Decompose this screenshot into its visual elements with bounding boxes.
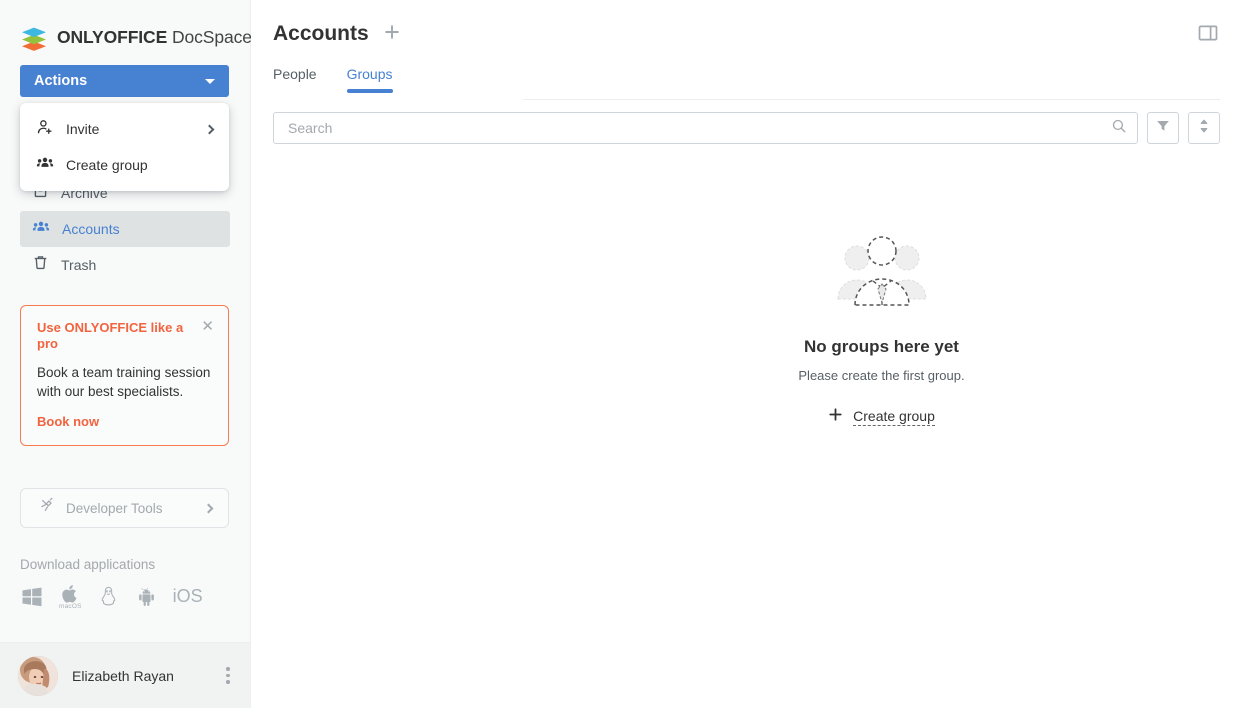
promo-banner: Use ONLYOFFICE like a pro ✕ Book a team …	[20, 305, 229, 446]
page-title: Accounts	[273, 22, 369, 45]
linux-penguin-icon[interactable]	[97, 585, 120, 608]
filter-button[interactable]	[1147, 112, 1179, 144]
ios-text-icon[interactable]: iOS	[173, 586, 203, 607]
brand-text: ONLYOFFICE DocSpace	[57, 27, 252, 48]
download-applications-row: macOS iOS	[20, 583, 250, 610]
group-icon	[36, 154, 54, 177]
person-add-icon	[36, 118, 54, 141]
apple-macos-icon[interactable]: macOS	[59, 583, 82, 610]
search-icon[interactable]	[1111, 118, 1127, 139]
promo-book-now-link[interactable]: Book now	[37, 414, 214, 429]
menu-item-label: Create group	[66, 157, 148, 173]
download-applications-title: Download applications	[20, 557, 156, 572]
promo-body: Book a team training session with our be…	[37, 365, 211, 399]
kebab-menu-icon[interactable]	[226, 667, 232, 684]
android-icon[interactable]	[135, 585, 158, 608]
avatar[interactable]	[18, 655, 58, 696]
chevron-right-icon	[204, 124, 215, 134]
macos-label: macOS	[59, 603, 82, 610]
profile-bar[interactable]: Elizabeth Rayan	[0, 642, 250, 708]
search-row	[251, 93, 1240, 144]
panel-toggle-icon[interactable]	[1198, 24, 1218, 47]
onlyoffice-stack-logo-icon	[20, 24, 48, 52]
brand-light: DocSpace	[171, 27, 252, 47]
menu-item-invite[interactable]: Invite	[20, 111, 229, 147]
plus-icon	[828, 407, 843, 427]
filter-icon	[1155, 118, 1171, 139]
sidebar-item-trash[interactable]: Trash	[20, 247, 230, 283]
sort-button[interactable]	[1188, 112, 1220, 144]
developer-tools-label: Developer Tools	[66, 500, 163, 516]
profile-name: Elizabeth Rayan	[72, 667, 174, 684]
group-of-people-illustration-icon	[827, 225, 937, 313]
close-icon[interactable]: ✕	[201, 319, 214, 334]
actions-button-label: Actions	[34, 73, 88, 89]
sidebar-item-label: Accounts	[62, 221, 120, 237]
menu-item-create-group[interactable]: Create group	[20, 147, 229, 183]
actions-dropdown-menu: Invite Create group	[20, 103, 229, 191]
search-input[interactable]	[286, 119, 1111, 137]
tab-label: People	[273, 66, 317, 82]
sidebar-item-label: Trash	[61, 257, 97, 273]
actions-button[interactable]: Actions	[20, 65, 229, 97]
tab-groups[interactable]: Groups	[346, 66, 393, 93]
windows-icon[interactable]	[20, 585, 44, 609]
chevron-right-icon	[203, 503, 214, 513]
developer-tools-button[interactable]: Developer Tools	[20, 488, 229, 528]
brand-bold: ONLYOFFICE	[57, 27, 168, 47]
search-box[interactable]	[273, 112, 1138, 144]
brand[interactable]: ONLYOFFICE DocSpace	[0, 0, 252, 55]
main-content: Accounts People Groups Search No groups …	[251, 0, 1240, 708]
plus-icon[interactable]	[383, 23, 401, 46]
app-root: ONLYOFFICE DocSpace Actions Archive Acco…	[0, 0, 1240, 708]
main-header: Accounts	[251, 0, 1240, 46]
group-icon	[32, 218, 50, 241]
promo-header: Use ONLYOFFICE like a pro ✕	[37, 319, 214, 352]
actions-area: Actions	[0, 55, 250, 97]
trash-icon	[32, 254, 49, 276]
sort-icon	[1196, 118, 1212, 139]
promo-title: Use ONLYOFFICE like a pro	[37, 320, 184, 351]
menu-item-label: Invite	[66, 121, 100, 137]
api-plug-icon	[38, 497, 55, 519]
tab-label: Groups	[346, 66, 393, 82]
create-group-action[interactable]: Create group	[828, 407, 935, 427]
create-group-label: Create group	[853, 408, 935, 426]
tab-people[interactable]: People	[273, 66, 317, 93]
sidebar: ONLYOFFICE DocSpace Actions Archive Acco…	[0, 0, 252, 708]
tabs-divider	[523, 99, 1220, 100]
empty-state-title: No groups here yet	[804, 337, 959, 356]
empty-state: No groups here yet Please create the fir…	[523, 225, 1240, 427]
empty-state-subtitle: Please create the first group.	[798, 368, 965, 383]
chevron-down-icon	[205, 78, 215, 84]
tabs: People Groups	[251, 66, 1240, 93]
sidebar-item-accounts[interactable]: Accounts	[20, 211, 230, 247]
